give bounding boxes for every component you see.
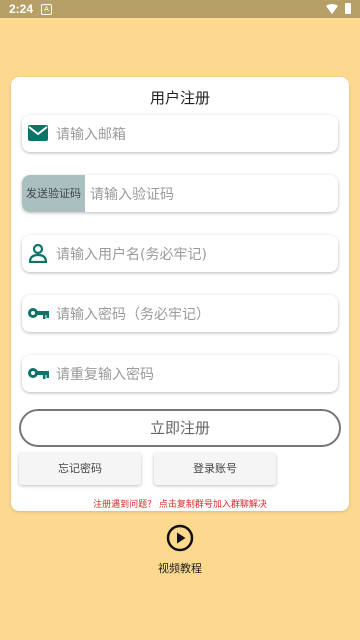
confirm-password-placeholder: 请重复输入密码 <box>56 367 154 383</box>
send-code-button[interactable]: 发送验证码 <box>22 175 85 212</box>
username-field[interactable]: 请输入用户名(务必牢记) <box>22 235 338 272</box>
forgot-password-button[interactable]: 忘记密码 <box>19 453 141 485</box>
mail-icon <box>28 125 48 141</box>
help-link[interactable]: 注册遇到问题？ 点击复制群号加入群聊解决 <box>11 497 349 510</box>
key-icon <box>28 368 49 379</box>
email-field[interactable]: 请输入邮箱 <box>22 115 338 152</box>
register-button[interactable]: 立即注册 <box>19 409 341 447</box>
password-placeholder: 请输入密码（务必牢记） <box>56 307 210 323</box>
key-icon <box>28 308 49 319</box>
email-placeholder: 请输入邮箱 <box>56 127 126 143</box>
verification-code-field[interactable]: 发送验证码 请输入验证码 <box>22 175 338 212</box>
video-tutorial-label: 视频教程 <box>158 562 202 575</box>
video-tutorial-button[interactable]: 视频教程 <box>150 524 210 576</box>
page-title: 用户注册 <box>149 89 210 107</box>
notification-icon: A <box>41 4 52 15</box>
code-placeholder: 请输入验证码 <box>90 187 174 203</box>
username-placeholder: 请输入用户名(务必牢记) <box>56 247 207 263</box>
user-icon <box>28 243 48 263</box>
status-time: 2:24 <box>9 2 34 16</box>
register-card: 用户注册 请输入邮箱 发送验证码 请输入验证码 请输入用户名(务必牢记) 请输入… <box>11 77 349 511</box>
wifi-icon <box>326 4 338 14</box>
confirm-password-field[interactable]: 请重复输入密码 <box>22 355 338 392</box>
status-bar: 2:24 A <box>0 0 360 18</box>
password-field[interactable]: 请输入密码（务必牢记） <box>22 295 338 332</box>
login-button[interactable]: 登录账号 <box>154 453 276 485</box>
battery-icon <box>345 3 351 14</box>
play-circle-icon <box>166 524 194 552</box>
